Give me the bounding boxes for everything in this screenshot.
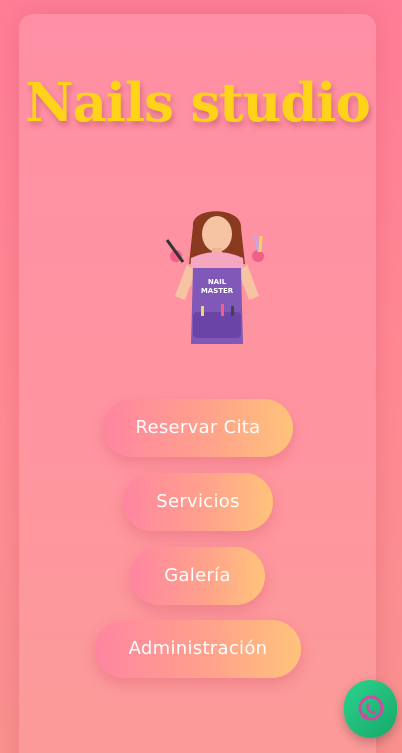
whatsapp-button[interactable] xyxy=(344,680,397,738)
page-title: Nails studio xyxy=(25,72,371,134)
reservar-cita-button[interactable]: Reservar Cita xyxy=(103,399,293,457)
nail-master-illustration: NAIL MASTER xyxy=(165,211,264,344)
administracion-button[interactable]: Administración xyxy=(95,620,301,678)
apron-text-2: MASTER xyxy=(201,287,234,295)
galeria-button[interactable]: Galería xyxy=(130,547,265,605)
whatsapp-icon xyxy=(358,695,383,721)
servicios-button[interactable]: Servicios xyxy=(123,473,273,531)
apron-text-1: NAIL xyxy=(208,278,227,286)
